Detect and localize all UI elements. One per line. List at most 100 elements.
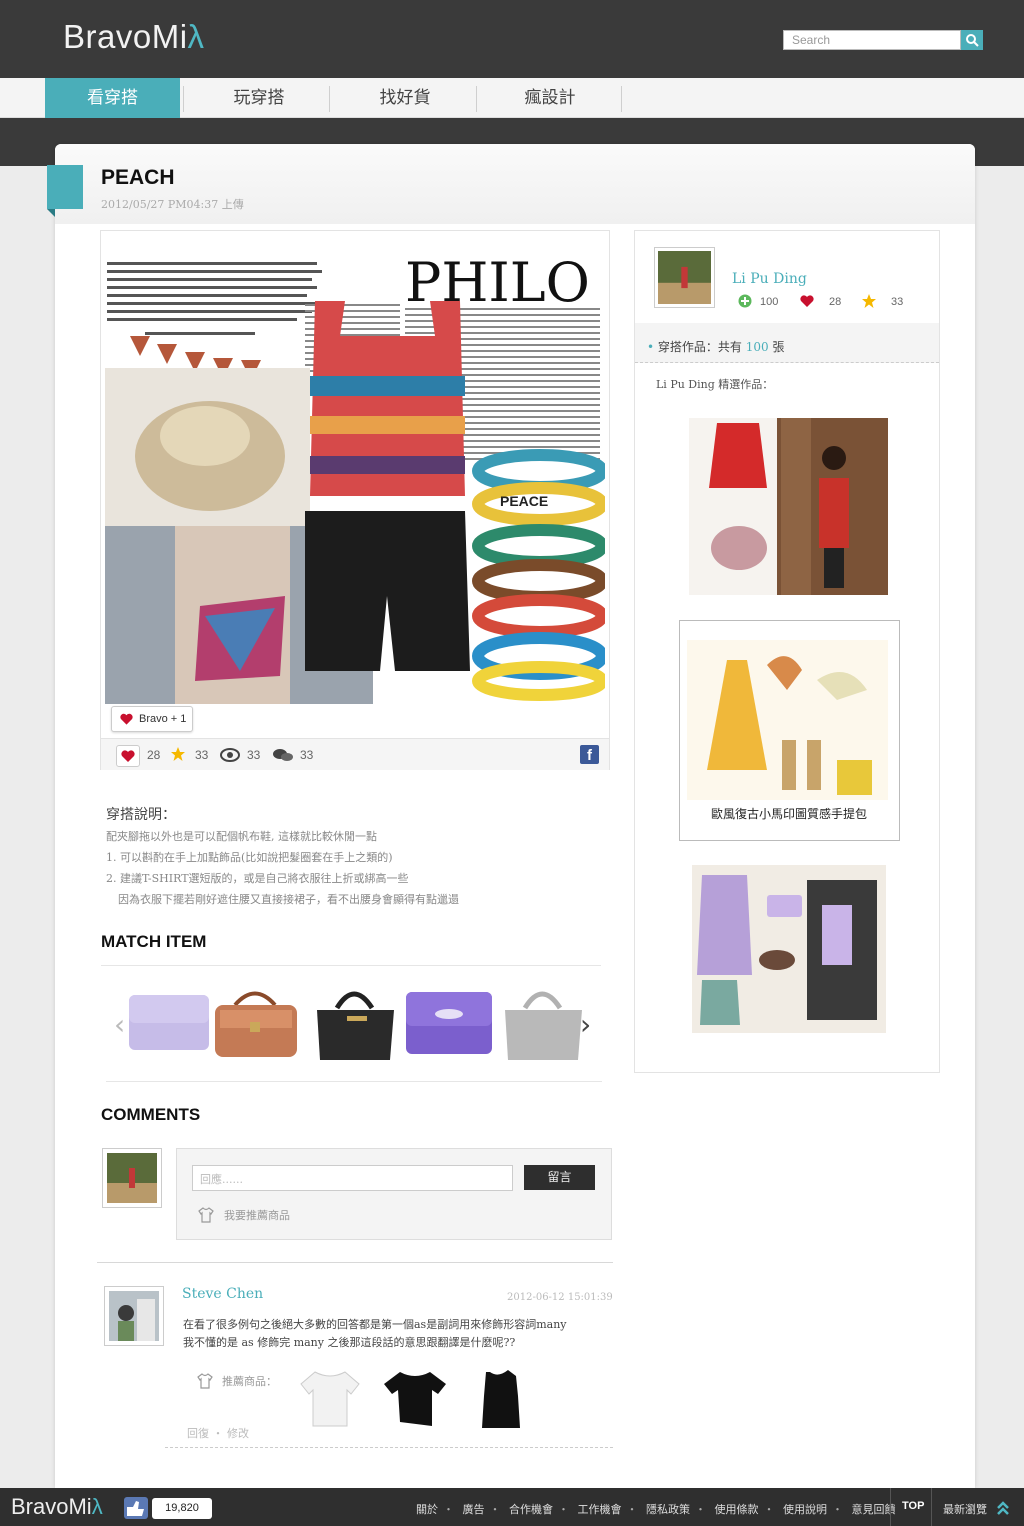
footer-link-privacy[interactable]: 隱私政策 (646, 1503, 690, 1516)
comment-text: 在看了很多例句之後絕大多數的回答都是第一個as是副詞用來修飾形容詞many (183, 1318, 567, 1331)
match-item-black-handbag[interactable] (312, 980, 402, 1062)
footer-link-help[interactable]: 使用說明 (783, 1503, 827, 1516)
main-nav: 看穿搭 玩穿搭 找好貨 瘋設計 (0, 78, 1024, 118)
post-date: 2012/05/27 PM04:37 上傳 (101, 198, 244, 211)
tab-shop[interactable]: 找好貨 (335, 78, 475, 118)
comment-count: 33 (300, 748, 314, 762)
description-line: 配夾腳拖以外也是可以配個帆布鞋, 這樣就比較休閒一點 (106, 830, 377, 843)
selected-work-thumbnail[interactable] (689, 418, 888, 595)
title-flag (47, 165, 83, 209)
search-input[interactable]: Search (783, 30, 961, 50)
match-item-brown-satchel[interactable] (210, 980, 300, 1062)
footer-logo[interactable]: BravoMiλ (11, 1494, 103, 1520)
search-icon (966, 34, 979, 47)
author-avatar[interactable] (654, 247, 715, 308)
chevron-up-icon[interactable] (996, 1500, 1010, 1516)
match-item-purple-clutch[interactable] (124, 980, 214, 1062)
comment-form (176, 1148, 612, 1240)
star-count: 33 (195, 748, 209, 762)
match-item-title: MATCH ITEM (101, 932, 207, 951)
facebook-like-button[interactable] (124, 1497, 148, 1519)
like-button[interactable] (116, 745, 140, 767)
description-title: 穿搭說明： (106, 807, 176, 823)
recommend-product-link[interactable]: 我要推薦商品 (198, 1207, 290, 1223)
divider (165, 1447, 613, 1448)
footer-link-terms[interactable]: 使用條款 (715, 1503, 759, 1516)
match-item-grey-handbag[interactable] (500, 980, 590, 1062)
selected-works-label: Li Pu Ding 精選作品： (656, 378, 774, 391)
logo-accent: λ (187, 18, 205, 55)
commenter-name[interactable]: Steve Chen (182, 1286, 263, 1302)
post-header (55, 144, 975, 224)
facebook-share-button[interactable]: f (580, 745, 599, 764)
footer-link-ads[interactable]: 廣告 (463, 1503, 485, 1516)
author-name[interactable]: Li Pu Ding (732, 271, 807, 287)
star-icon (171, 747, 185, 761)
tab-look[interactable]: 看穿搭 (45, 78, 180, 118)
comment-icon (273, 749, 293, 761)
follow-count: 100 (760, 296, 779, 308)
heart-icon (800, 295, 814, 307)
works-count-label: • 穿搭作品：共有 100 張 (647, 338, 785, 355)
comment-input[interactable]: 回應...... (192, 1165, 513, 1191)
description-line: 2. 建議T-SHIRT選短版的，或是自己將衣服往上折或綁高一些 (106, 872, 409, 885)
comment-timestamp: 2012-06-12 15:01:39 (507, 1292, 613, 1303)
comments-title: COMMENTS (101, 1105, 201, 1124)
tab-play[interactable]: 玩穿搭 (190, 78, 328, 118)
author-star-count: 33 (891, 296, 904, 308)
comment-text: 我不懂的是 as 修飾完 many 之後那這段話的意思跟翻譯是什麼呢?? (183, 1336, 516, 1349)
eye-icon (220, 748, 240, 762)
selected-work-thumbnail[interactable] (692, 865, 886, 1033)
recently-viewed-button[interactable]: 最新瀏覽 (943, 1501, 987, 1517)
footer-link-about[interactable]: 關於 (416, 1503, 438, 1516)
commenter-avatar[interactable] (104, 1286, 164, 1346)
description-line: 因為衣服下擺若剛好遮住腰又直接接裙子，看不出腰身會顯得有點邋遢 (118, 893, 459, 906)
match-item-purple-satchel[interactable] (404, 980, 494, 1062)
tab-design[interactable]: 瘋設計 (480, 78, 620, 118)
title-flag-fold (47, 209, 55, 217)
reply-link[interactable]: 回復 (187, 1427, 209, 1440)
recommended-product-white-tee[interactable] (297, 1366, 363, 1432)
site-logo[interactable]: BravoMiλ (63, 18, 205, 56)
thumbs-up-icon (127, 1501, 144, 1516)
back-to-top-button[interactable]: TOP (902, 1500, 924, 1512)
comment-submit-button[interactable]: 留言 (524, 1165, 595, 1190)
divider (106, 1081, 602, 1082)
works-prefix: 穿搭作品：共有 (657, 340, 742, 354)
recommended-product-black-tee[interactable] (382, 1366, 448, 1432)
works-count[interactable]: 100 (746, 340, 769, 354)
nav-divider (183, 86, 184, 112)
recommended-product-black-top[interactable] (468, 1366, 534, 1432)
bravo-button[interactable]: Bravo + 1 (111, 706, 193, 732)
selected-work-thumbnail[interactable] (687, 640, 888, 800)
works-suffix: 張 (772, 340, 785, 354)
collage-peace-text: PEACE (500, 493, 548, 509)
footer-links: 關於・ 廣告・ 合作機會・ 工作機會・ 隱私政策・ 使用條款・ 使用說明・ 意見… (416, 1503, 896, 1516)
divider (97, 1262, 613, 1263)
recommended-products-label: 推薦商品： (197, 1373, 277, 1389)
search-button[interactable] (961, 30, 983, 50)
like-count: 28 (147, 748, 161, 762)
footer-link-feedback[interactable]: 意見回饋 (852, 1503, 896, 1516)
like-counter: 19,820 (152, 1498, 212, 1519)
footer-link-partnership[interactable]: 合作機會 (509, 1503, 553, 1516)
footer-divider (931, 1488, 932, 1526)
footer-logo-accent: λ (91, 1494, 103, 1519)
heart-icon (120, 713, 133, 725)
logo-text: BravoMi (63, 18, 188, 55)
thumbnail-caption[interactable]: 歐風復古小馬印圖質感手提包 (711, 805, 867, 822)
rec-label: 推薦商品： (222, 1375, 277, 1388)
outfit-collage-image[interactable]: PHILO PEACE (105, 256, 605, 704)
bravo-label: Bravo + 1 (139, 713, 187, 725)
nav-divider (329, 86, 330, 112)
star-icon (862, 294, 876, 308)
nav-divider (476, 86, 477, 112)
edit-link[interactable]: 修改 (227, 1427, 249, 1440)
footer-logo-text: BravoMi (11, 1494, 92, 1519)
comment-actions: 回復 ・ 修改 (187, 1425, 249, 1441)
footer-divider (890, 1488, 891, 1526)
plus-circle-icon[interactable] (738, 294, 752, 308)
current-user-avatar[interactable] (102, 1148, 162, 1208)
footer-link-jobs[interactable]: 工作機會 (578, 1503, 622, 1516)
description-line: 1. 可以斟酌在手上加點飾品(比如說把髮圈套在手上之類的) (106, 851, 393, 864)
